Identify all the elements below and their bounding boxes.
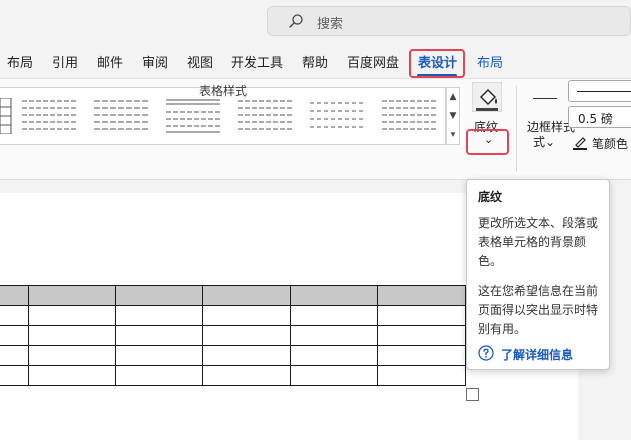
tab-baidu-netdisk[interactable]: 百度网盘 (347, 52, 399, 71)
search-box[interactable]: 搜索 (267, 6, 631, 36)
shading-tooltip: 底纹 更改所选文本、段落或 表格单元格的背景颜 色。 这在您希望信息在当前 页面… (466, 179, 610, 370)
tooltip-line: 表格单元格的背景颜 (478, 235, 587, 249)
table-resize-handle[interactable] (466, 388, 479, 401)
line-style-select[interactable] (568, 80, 631, 102)
tooltip-line: 色。 (478, 254, 503, 268)
search-placeholder: 搜索 (317, 17, 344, 32)
table-style-thumb-3[interactable] (166, 98, 222, 134)
document-table[interactable] (0, 285, 466, 386)
table-row[interactable] (0, 345, 466, 366)
tab-review[interactable]: 审阅 (142, 52, 168, 71)
tab-layout[interactable]: 布局 (7, 52, 33, 71)
table-styles-group-label: 表格样式 (199, 84, 248, 98)
tab-view[interactable]: 视图 (187, 52, 213, 71)
table-style-thumb-6[interactable] (382, 98, 438, 134)
tooltip-line: 别有用。 (478, 322, 527, 336)
table-style-thumb-5[interactable] (310, 98, 366, 134)
table-style-thumb-4[interactable] (238, 98, 294, 134)
tooltip-title: 底纹 (478, 190, 503, 204)
table-row[interactable] (0, 365, 466, 386)
pen-color-icon (573, 137, 587, 150)
tab-developer[interactable]: 开发工具 (231, 52, 283, 71)
gallery-scroll-down-icon[interactable]: ▼ (447, 107, 459, 126)
table-style-thumb-1[interactable] (22, 98, 78, 134)
tooltip-line: 更改所选文本、段落或 (478, 216, 599, 230)
ribbon-divider (516, 86, 517, 172)
tab-help[interactable]: 帮助 (302, 52, 328, 71)
gallery-expand-icon[interactable]: ▾ (447, 126, 459, 145)
tab-references[interactable]: 引用 (52, 52, 78, 71)
gallery-scroll[interactable]: ▲ ▼ ▾ (446, 87, 460, 145)
tooltip-line: 页面得以突出显示时特 (478, 303, 599, 317)
pen-color-button[interactable]: 笔颜色 (592, 135, 628, 152)
table-style-thumb-2[interactable] (94, 98, 150, 134)
table-row[interactable] (0, 305, 466, 326)
ribbon-tabs: 布局 引用 邮件 审阅 视图 开发工具 帮助 百度网盘 表设计 布局 (0, 44, 631, 78)
tab-mailings[interactable]: 邮件 (97, 52, 123, 71)
shading-dropdown-highlight-box (466, 129, 509, 155)
learn-more-link[interactable]: 了解详细信息 (501, 346, 573, 363)
help-icon (478, 345, 494, 361)
line-weight-select[interactable]: 0.5 磅 (568, 106, 631, 128)
search-icon (289, 14, 303, 28)
gallery-scroll-up-icon[interactable]: ▲ (447, 88, 459, 107)
tab-table-layout[interactable]: 布局 (477, 52, 503, 71)
border-styles-dropdown-icon[interactable]: 式⌄ (533, 133, 555, 150)
table-style-thumb-0[interactable] (0, 98, 12, 134)
paint-bucket-icon (472, 82, 502, 112)
border-style-line-icon (533, 98, 557, 99)
table-row[interactable] (0, 325, 466, 346)
tooltip-line: 这在您希望信息在当前 (478, 284, 599, 298)
table-row[interactable] (0, 285, 466, 306)
title-bar: 搜索 (0, 0, 631, 44)
tab-highlight-box (409, 49, 465, 78)
